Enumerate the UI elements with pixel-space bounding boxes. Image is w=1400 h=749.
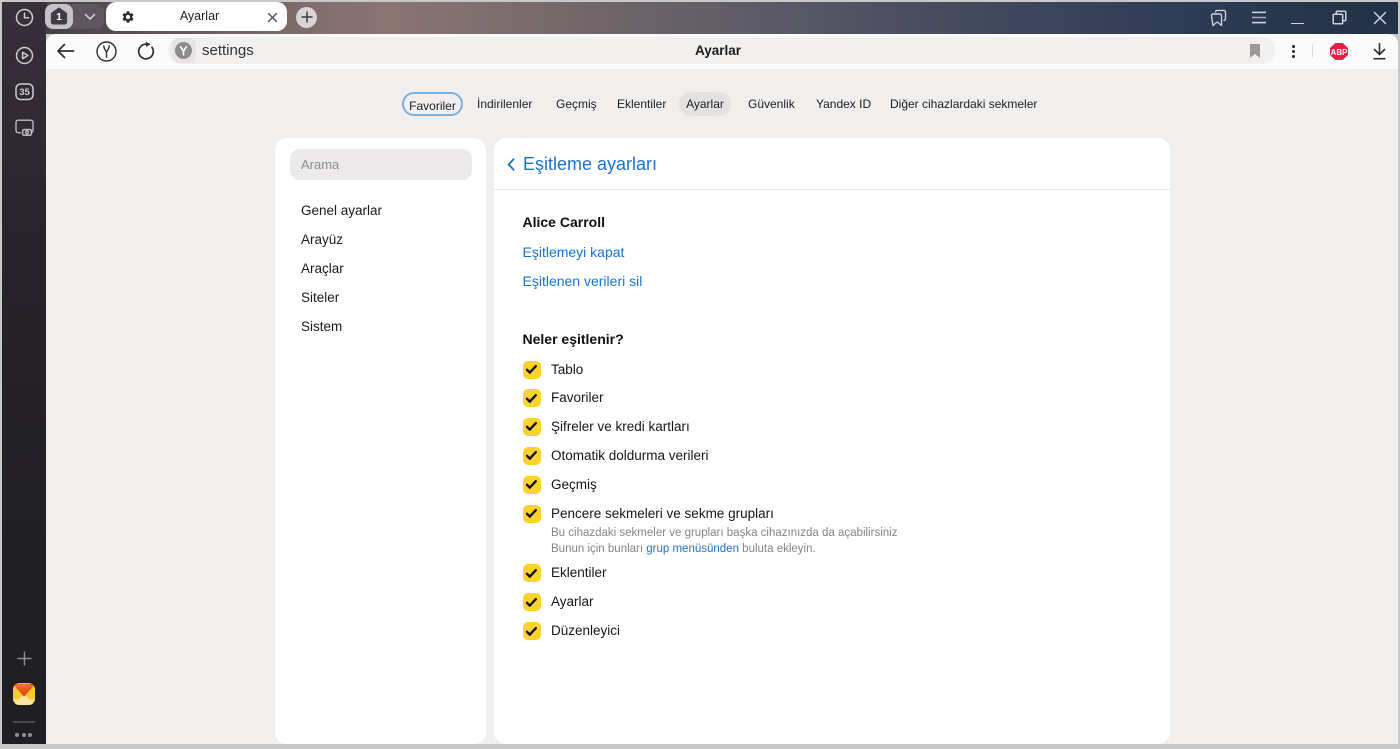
svg-text:35: 35: [19, 87, 30, 98]
svg-text:ABP: ABP: [1331, 47, 1348, 56]
svg-text:1: 1: [56, 11, 62, 23]
